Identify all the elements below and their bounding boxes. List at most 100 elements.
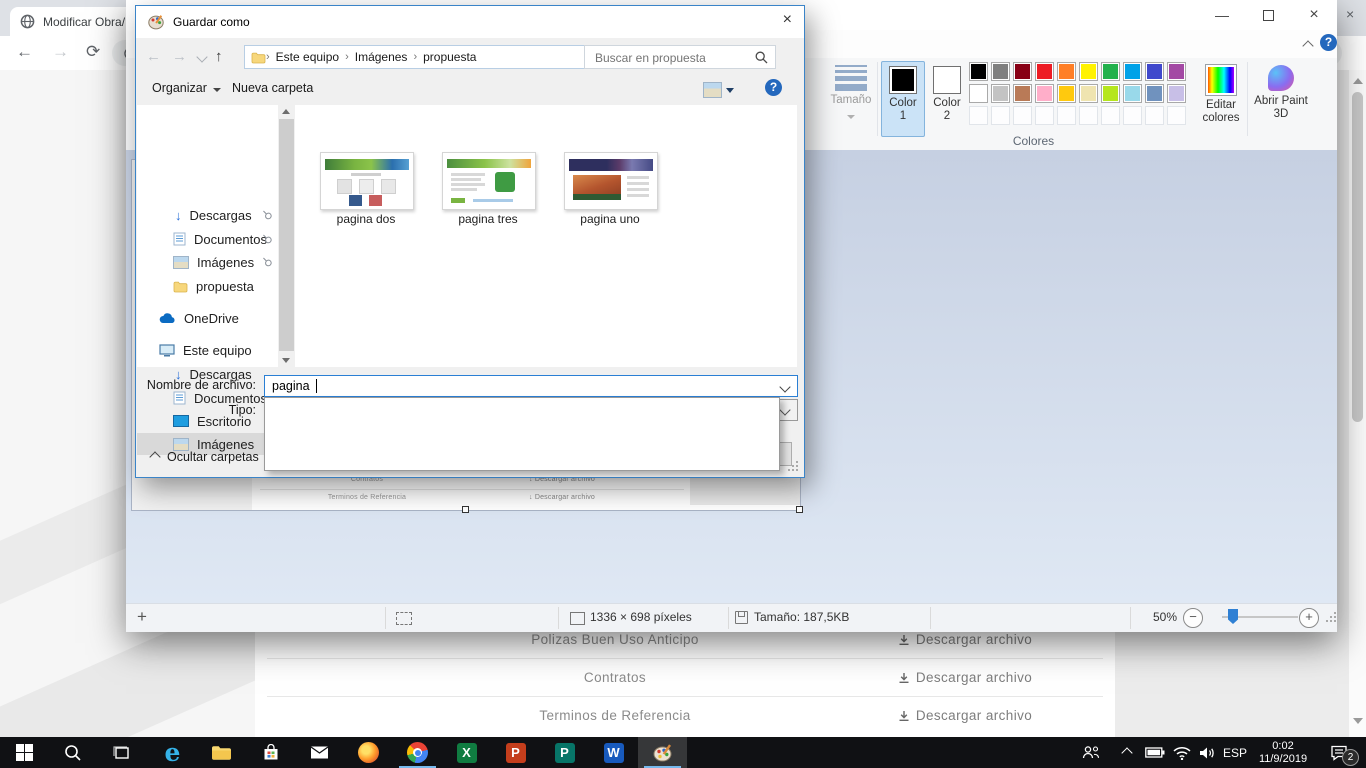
view-mode-icon[interactable] <box>703 82 722 98</box>
search-box[interactable] <box>584 45 776 69</box>
scroll-up-icon[interactable] <box>282 109 290 114</box>
taskbar-excel-button[interactable]: X <box>442 737 491 768</box>
tray-people-button[interactable] <box>1074 737 1108 768</box>
close-button[interactable]: × <box>1291 0 1337 30</box>
sidebar-item-descargas[interactable]: ↓ Descargas ⚲ <box>137 204 278 226</box>
tray-language-button[interactable]: ESP <box>1218 737 1252 768</box>
dialog-close-button[interactable]: × <box>783 11 792 29</box>
browser-refresh-icon[interactable]: ⟳ <box>86 42 100 62</box>
recent-locations-icon[interactable] <box>196 51 207 62</box>
canvas-resize-handle-corner[interactable] <box>796 506 803 513</box>
sidebar-item-onedrive[interactable]: OneDrive <box>137 307 278 329</box>
palette-color[interactable] <box>1079 84 1098 103</box>
palette-color[interactable] <box>1123 62 1142 81</box>
dialog-help-icon[interactable]: ? <box>765 79 782 96</box>
forward-icon[interactable]: → <box>172 48 187 65</box>
palette-empty-slot[interactable] <box>1035 106 1054 125</box>
palette-color[interactable] <box>969 84 988 103</box>
search-icon[interactable] <box>755 51 768 64</box>
size-button[interactable]: Tamaño <box>828 61 874 135</box>
sidebar-item-imagenes[interactable]: Imágenes ⚲ <box>137 251 278 273</box>
palette-color[interactable] <box>1101 84 1120 103</box>
palette-empty-slot[interactable] <box>1167 106 1186 125</box>
taskbar-chrome-button[interactable] <box>393 737 442 768</box>
browser-scrollbar[interactable] <box>1348 70 1366 737</box>
breadcrumb-item[interactable]: Este equipo <box>270 50 345 64</box>
taskbar-paint-button[interactable] <box>638 737 687 768</box>
up-icon[interactable]: ↑ <box>215 48 223 65</box>
browser-forward-icon[interactable]: → <box>52 42 69 62</box>
zoom-out-button[interactable]: − <box>1183 608 1203 628</box>
taskbar-mail-button[interactable] <box>295 737 344 768</box>
search-input[interactable] <box>593 47 757 69</box>
dialog-resize-grip[interactable] <box>788 461 800 473</box>
zoom-in-button[interactable]: + <box>1299 608 1319 628</box>
scroll-down-icon[interactable] <box>282 358 290 363</box>
palette-empty-slot[interactable] <box>1013 106 1032 125</box>
taskbar-word-button[interactable]: W <box>589 737 638 768</box>
taskbar-store-button[interactable] <box>246 737 295 768</box>
tray-battery-button[interactable] <box>1140 737 1170 768</box>
dialog-titlebar[interactable]: Guardar como × <box>136 6 804 38</box>
download-link[interactable]: Descargar archivo <box>815 632 1115 647</box>
scroll-down-icon[interactable] <box>1353 718 1363 724</box>
palette-color[interactable] <box>1101 62 1120 81</box>
browser-back-icon[interactable]: ← <box>16 42 33 62</box>
palette-empty-slot[interactable] <box>1145 106 1164 125</box>
maximize-button[interactable] <box>1245 0 1291 30</box>
start-button[interactable] <box>0 737 49 768</box>
sidebar-item-propuesta[interactable]: propuesta <box>137 275 278 297</box>
zoom-slider-thumb[interactable] <box>1228 609 1238 624</box>
palette-color[interactable] <box>1035 84 1054 103</box>
palette-color[interactable] <box>1145 84 1164 103</box>
download-link[interactable]: Descargar archivo <box>815 708 1115 723</box>
breadcrumb-item[interactable]: propuesta <box>417 50 482 64</box>
palette-color[interactable] <box>1035 62 1054 81</box>
hide-folders-button[interactable]: Ocultar carpetas <box>151 450 259 464</box>
palette-color[interactable] <box>1167 84 1186 103</box>
canvas-resize-handle-bottom[interactable] <box>462 506 469 513</box>
palette-color[interactable] <box>1079 62 1098 81</box>
palette-color[interactable] <box>1145 62 1164 81</box>
help-icon[interactable]: ? <box>1320 34 1337 51</box>
palette-color[interactable] <box>1167 62 1186 81</box>
tray-clock-button[interactable]: 0:02 11/9/2019 <box>1250 737 1316 768</box>
taskbar-explorer-button[interactable] <box>197 737 246 768</box>
tray-network-button[interactable] <box>1168 737 1196 768</box>
action-center-button[interactable]: 2 <box>1318 737 1360 768</box>
color1-button[interactable]: Color 1 <box>881 61 925 137</box>
taskbar-firefox-button[interactable] <box>344 737 393 768</box>
tray-expand-button[interactable] <box>1112 737 1142 768</box>
resize-grip[interactable] <box>1326 612 1338 624</box>
scrollbar-thumb[interactable] <box>1352 92 1363 422</box>
palette-color[interactable] <box>1123 84 1142 103</box>
download-link[interactable]: Descargar archivo <box>815 670 1115 685</box>
organize-button[interactable]: Organizar <box>152 81 221 95</box>
filename-dropdown-icon[interactable] <box>779 381 790 392</box>
collapse-ribbon-icon[interactable] <box>1302 40 1313 51</box>
sidebar-scrollbar[interactable] <box>278 105 295 367</box>
new-folder-button[interactable]: Nueva carpeta <box>232 81 313 95</box>
palette-color[interactable] <box>991 62 1010 81</box>
sidebar-item-este-equipo[interactable]: Este equipo <box>137 339 278 361</box>
palette-color[interactable] <box>969 62 988 81</box>
breadcrumb-item[interactable]: Imágenes <box>349 50 414 64</box>
edit-colors-button[interactable]: Editar colores <box>1196 61 1246 135</box>
palette-color[interactable] <box>1013 62 1032 81</box>
palette-empty-slot[interactable] <box>1079 106 1098 125</box>
scroll-up-icon[interactable] <box>1353 78 1363 84</box>
browser-close-button[interactable]: × <box>1346 6 1354 22</box>
sidebar-item-documentos[interactable]: Documentos ⚲ <box>137 228 278 250</box>
open-paint3d-button[interactable]: Abrir Paint 3D <box>1251 61 1311 135</box>
taskbar-publisher-button[interactable]: P <box>540 737 589 768</box>
taskbar-edge-button[interactable]: e <box>148 737 197 768</box>
tray-volume-button[interactable] <box>1193 737 1221 768</box>
palette-color[interactable] <box>1057 84 1076 103</box>
palette-empty-slot[interactable] <box>991 106 1010 125</box>
filename-autocomplete-dropdown[interactable] <box>264 397 780 471</box>
palette-color[interactable] <box>1013 84 1032 103</box>
taskbar-search-button[interactable] <box>48 737 97 768</box>
color2-button[interactable]: Color 2 <box>925 61 969 137</box>
scrollbar-thumb[interactable] <box>279 119 294 351</box>
palette-empty-slot[interactable] <box>1123 106 1142 125</box>
